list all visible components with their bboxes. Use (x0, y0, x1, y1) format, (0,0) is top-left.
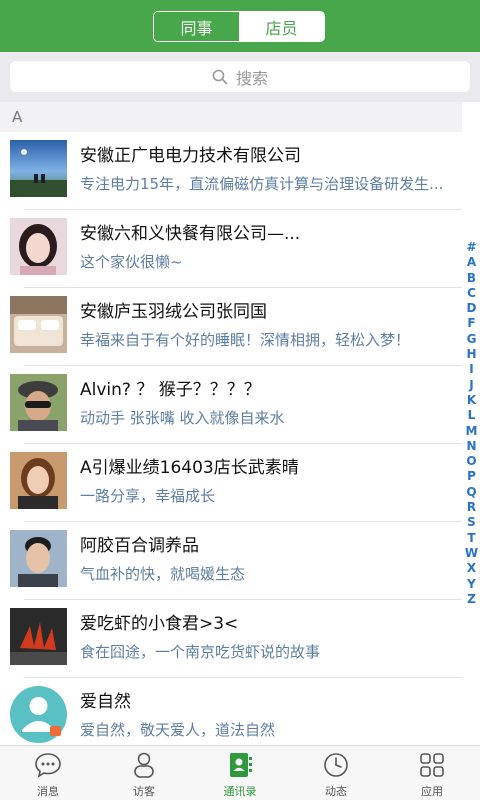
contact-signature: 一路分享，幸福成长 (80, 487, 216, 505)
section-header: A (0, 102, 462, 132)
contact-row[interactable]: A引爆业绩16403店长武素晴 一路分享，幸福成长 (0, 444, 462, 522)
tab-messages[interactable]: 消息 (0, 746, 96, 800)
tab-label: 动态 (325, 785, 347, 798)
contacts-icon (230, 753, 252, 777)
contact-name: 爱吃虾的小食君>3< (80, 614, 239, 634)
section-letter: A (12, 108, 23, 126)
index-letter[interactable]: Q (466, 485, 476, 500)
index-letter[interactable]: G (467, 332, 477, 347)
contact-signature: 气血补的快，就喝媛生态 (80, 565, 246, 583)
contact-row[interactable]: 安徽六和义快餐有限公司—... 这个家伙很懒~ (0, 210, 462, 288)
contact-name: 阿胶百合调养品 (80, 536, 199, 556)
contact-row[interactable]: Alvin? ？ 猴子？？？？ 动动手 张张嘴 收入就像自来水 (0, 366, 462, 444)
search-placeholder: 搜索 (235, 68, 268, 88)
contact-name: 安徽正广电电力技术有限公司 (80, 146, 301, 166)
tab-clerks[interactable]: 店员 (239, 12, 324, 41)
index-letter[interactable]: M (466, 424, 478, 439)
contact-signature: 动动手 张张嘴 收入就像自来水 (80, 409, 285, 427)
tab-label: 通讯录 (223, 785, 257, 798)
bottom-tab-bar: 消息 访客 通讯录 动态 应用 (0, 745, 480, 800)
index-letter[interactable]: N (466, 439, 476, 454)
contact-row[interactable]: 阿胶百合调养品 气血补的快，就喝媛生态 (0, 522, 462, 600)
contact-signature: 爱自然，敬天爱人，道法自然 (80, 721, 276, 739)
avatar (10, 374, 67, 431)
tab-colleagues[interactable]: 同事 (154, 12, 239, 41)
search-bar: 搜索 (0, 52, 480, 102)
avatar (10, 530, 67, 587)
index-letter[interactable]: # (466, 240, 476, 255)
contact-signature: 食在囧途，一个南京吃货虾说的故事 (80, 643, 321, 661)
search-input[interactable]: 搜索 (10, 61, 470, 92)
tab-label: 应用 (421, 785, 443, 798)
tab-label: 消息 (37, 785, 59, 798)
contact-name: Alvin? ？ 猴子？？？？ (80, 380, 261, 400)
tab-label: 访客 (133, 785, 155, 798)
tab-visitors[interactable]: 访客 (96, 746, 192, 800)
contact-signature: 专注电力15年，直流偏磁仿真计算与治理设备研发生... (80, 175, 444, 193)
index-letter[interactable]: I (469, 362, 473, 377)
avatar (10, 140, 67, 197)
index-letter[interactable]: C (467, 286, 476, 301)
index-letter[interactable]: D (467, 301, 477, 316)
contact-name: A引爆业绩16403店长武素晴 (80, 458, 299, 478)
clock-icon (324, 753, 348, 777)
index-letter[interactable]: Y (467, 577, 476, 592)
segmented-control: 同事 店员 (153, 11, 325, 42)
index-letter[interactable]: P (467, 469, 476, 484)
index-letter[interactable]: Z (467, 592, 476, 607)
contact-signature: 幸福来自于有个好的睡眠！深情相拥，轻松入梦！ (80, 331, 411, 349)
avatar (10, 686, 67, 743)
contact-name: 爱自然 (80, 692, 131, 712)
index-letter[interactable]: X (467, 561, 476, 576)
top-bar: 同事 店员 (0, 0, 480, 52)
tab-apps[interactable]: 应用 (384, 746, 480, 800)
contact-signature: 这个家伙很懒~ (80, 253, 183, 271)
index-letter[interactable]: J (469, 378, 473, 393)
index-letter[interactable]: T (467, 531, 475, 546)
apps-grid-icon (420, 753, 444, 777)
index-letter[interactable]: S (467, 515, 476, 530)
visitor-icon (134, 752, 154, 778)
index-letter[interactable]: K (467, 393, 476, 408)
alphabet-index[interactable]: # A B C D F G H I J K L M N O P Q R S T … (463, 240, 480, 607)
contact-row[interactable]: 安徽正广电电力技术有限公司 专注电力15年，直流偏磁仿真计算与治理设备研发生..… (0, 132, 462, 210)
contact-row[interactable]: 安徽庐玉羽绒公司张同国 幸福来自于有个好的睡眠！深情相拥，轻松入梦！ (0, 288, 462, 366)
index-letter[interactable]: R (467, 500, 476, 515)
index-letter[interactable]: W (465, 546, 478, 561)
avatar (10, 218, 67, 275)
search-icon (212, 69, 228, 84)
avatar (10, 608, 67, 665)
index-letter[interactable]: O (466, 454, 476, 469)
contact-row[interactable]: 爱吃虾的小食君>3< 食在囧途，一个南京吃货虾说的故事 (0, 600, 462, 678)
contact-name: 安徽庐玉羽绒公司张同国 (80, 302, 267, 322)
tab-moments[interactable]: 动态 (288, 746, 384, 800)
contact-list: 安徽正广电电力技术有限公司 专注电力15年，直流偏磁仿真计算与治理设备研发生..… (0, 132, 462, 756)
index-letter[interactable]: B (467, 271, 476, 286)
avatar (10, 296, 67, 353)
avatar (10, 452, 67, 509)
index-letter[interactable]: F (467, 316, 475, 331)
index-letter[interactable]: H (466, 347, 476, 362)
contact-name: 安徽六和义快餐有限公司—... (80, 224, 301, 244)
index-letter[interactable]: A (467, 255, 476, 270)
index-letter[interactable]: L (468, 408, 476, 423)
message-icon (35, 753, 61, 778)
tab-contacts[interactable]: 通讯录 (192, 746, 288, 800)
